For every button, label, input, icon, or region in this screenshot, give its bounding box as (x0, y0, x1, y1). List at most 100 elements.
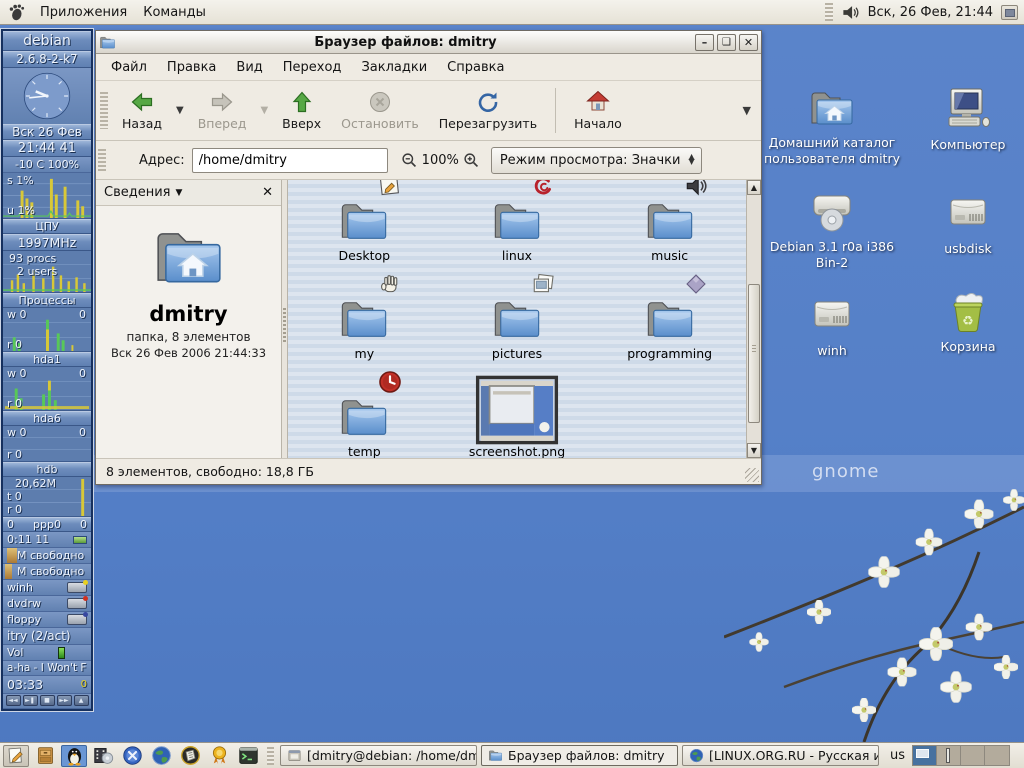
desktop-icon[interactable]: Компьютер (900, 86, 1024, 153)
task-button[interactable]: Браузер файлов: dmitry (481, 745, 678, 766)
file-item[interactable]: music (593, 182, 746, 280)
desktop-icon-image (808, 188, 856, 236)
side-pane-selector[interactable]: Сведения (104, 185, 171, 200)
gk-fs-floppy[interactable]: floppy (3, 612, 91, 628)
file-item[interactable]: Desktop (288, 182, 441, 280)
launcher-icon[interactable] (148, 745, 174, 767)
gk-mailbox[interactable]: itry (2/act) (3, 628, 91, 645)
gk-fs-winh[interactable]: winh (3, 580, 91, 596)
gk-hostname: debian (3, 31, 91, 51)
address-input[interactable] (192, 148, 388, 173)
scrollbar-thumb[interactable] (748, 284, 760, 423)
workspace-1[interactable] (913, 746, 937, 765)
file-icon (473, 374, 561, 446)
stop-button[interactable]: Остановить (331, 84, 429, 137)
forward-button[interactable]: Вперед (188, 84, 257, 137)
launcher-icon[interactable] (177, 745, 203, 767)
scroll-up-icon[interactable]: ▲ (747, 180, 761, 195)
file-item[interactable]: temp (288, 378, 441, 458)
desktop-icon[interactable]: winh (764, 292, 900, 359)
launcher-icon[interactable] (32, 745, 58, 767)
scrollbar-track[interactable] (747, 195, 761, 443)
keyboard-layout-indicator[interactable]: us (886, 748, 909, 763)
prev-button[interactable]: ◄◄ (6, 695, 21, 706)
gkrellm-monitor[interactable]: debian 2.6.8-2-k7 Вск 26 Фев 21:44 41 -1… (1, 29, 93, 711)
toolbar-grip[interactable] (100, 92, 108, 129)
launcher-icon[interactable] (90, 745, 116, 767)
desktop-icon[interactable]: Debian 3.1 r0a i386 Bin-2 (764, 188, 900, 270)
file-name: temp (348, 444, 381, 458)
view-mode-select[interactable]: Режим просмотра: Значки ▲▼ (491, 147, 702, 174)
gk-volume[interactable]: Vol (3, 645, 91, 661)
back-history-chevron[interactable]: ▼ (172, 105, 188, 116)
resize-grip[interactable] (745, 468, 759, 482)
close-button[interactable] (739, 34, 758, 51)
home-button[interactable]: Начало (564, 84, 632, 137)
file-item[interactable]: linux (441, 182, 594, 280)
window-icon (99, 35, 116, 50)
file-item[interactable]: screenshot.png (441, 378, 594, 458)
gk-song-title[interactable]: a-ha - I Won't F (3, 661, 91, 676)
gk-proc-chart: 93 procs 2 users (3, 251, 91, 293)
workspace-3[interactable] (961, 746, 985, 765)
reload-button[interactable]: Перезагрузить (429, 84, 547, 137)
menu-item[interactable]: Правка (158, 57, 225, 78)
menu-item[interactable]: Справка (438, 57, 513, 78)
gk-mem-meter[interactable]: М свободно (3, 548, 91, 564)
menu-item[interactable]: Переход (274, 57, 351, 78)
task-button[interactable]: [LINUX.ORG.RU - Русская и (682, 745, 879, 766)
file-icon (338, 296, 390, 342)
panel-menu[interactable]: Команды (135, 3, 214, 22)
launcher-icon[interactable] (206, 745, 232, 767)
applet-handle[interactable] (825, 3, 833, 21)
gk-fs-dvdrw[interactable]: dvdrw (3, 596, 91, 612)
desktop-icon-label: Компьютер (931, 137, 1006, 153)
titlebar[interactable]: Браузер файлов: dmitry (96, 31, 761, 54)
play-button[interactable]: ►❚ (23, 695, 38, 706)
stop-button[interactable]: ■ (40, 695, 55, 706)
menu-item[interactable]: Файл (102, 57, 156, 78)
up-button[interactable]: Вверх (272, 84, 331, 137)
file-item[interactable]: programming (593, 280, 746, 378)
file-item[interactable]: pictures (441, 280, 594, 378)
back-button[interactable]: Назад (112, 84, 172, 137)
eject-button[interactable]: ▲ (74, 695, 89, 706)
menu-item[interactable]: Вид (227, 57, 271, 78)
gnome-foot-icon[interactable] (6, 2, 26, 22)
zoom-in-icon[interactable] (463, 152, 480, 169)
tasklist-grip[interactable] (267, 747, 274, 765)
gk-sensors: -10 C 100% (3, 157, 91, 173)
vertical-scrollbar[interactable]: ▲ ▼ (746, 180, 761, 458)
desktop-icon-label: winh (817, 343, 847, 359)
toolbar-overflow-chevron[interactable]: ▼ (737, 104, 757, 117)
zoom-level[interactable]: 100% (422, 153, 459, 168)
task-icon (287, 748, 302, 763)
scroll-down-icon[interactable]: ▼ (747, 443, 761, 458)
file-item[interactable]: my (288, 280, 441, 378)
panel-menu[interactable]: Приложения (32, 3, 135, 22)
forward-history-chevron[interactable]: ▼ (256, 105, 272, 116)
panel-applet-icon[interactable] (1001, 5, 1018, 20)
gk-swap-meter[interactable]: М свободно (3, 564, 91, 580)
launcher-icon[interactable] (3, 745, 29, 767)
gk-time: 21:44 41 (3, 140, 91, 157)
task-button[interactable]: [dmitry@debian: /home/dm (280, 745, 477, 766)
launcher-icon[interactable] (61, 745, 87, 767)
side-pane-close-icon[interactable]: ✕ (262, 185, 273, 200)
panel-clock[interactable]: Вск, 26 Фев, 21:44 (868, 5, 993, 20)
volume-icon[interactable] (841, 3, 860, 22)
launcher-icon[interactable] (119, 745, 145, 767)
desktop-icon[interactable]: Корзина (900, 288, 1024, 355)
desktop-icon[interactable]: Домашний каталог пользователя dmitry (764, 84, 900, 166)
desktop-icon[interactable]: usbdisk (900, 190, 1024, 257)
side-pane-dropdown-icon[interactable]: ▼ (176, 188, 183, 198)
menu-item[interactable]: Закладки (352, 57, 436, 78)
zoom-out-icon[interactable] (401, 152, 418, 169)
workspace-2[interactable] (937, 746, 961, 765)
workspace-4[interactable] (985, 746, 1009, 765)
next-button[interactable]: ►► (57, 695, 72, 706)
minimize-button[interactable] (695, 34, 714, 51)
maximize-button[interactable] (717, 34, 736, 51)
addressbar-grip[interactable] (98, 149, 106, 171)
launcher-icon[interactable] (235, 745, 261, 767)
